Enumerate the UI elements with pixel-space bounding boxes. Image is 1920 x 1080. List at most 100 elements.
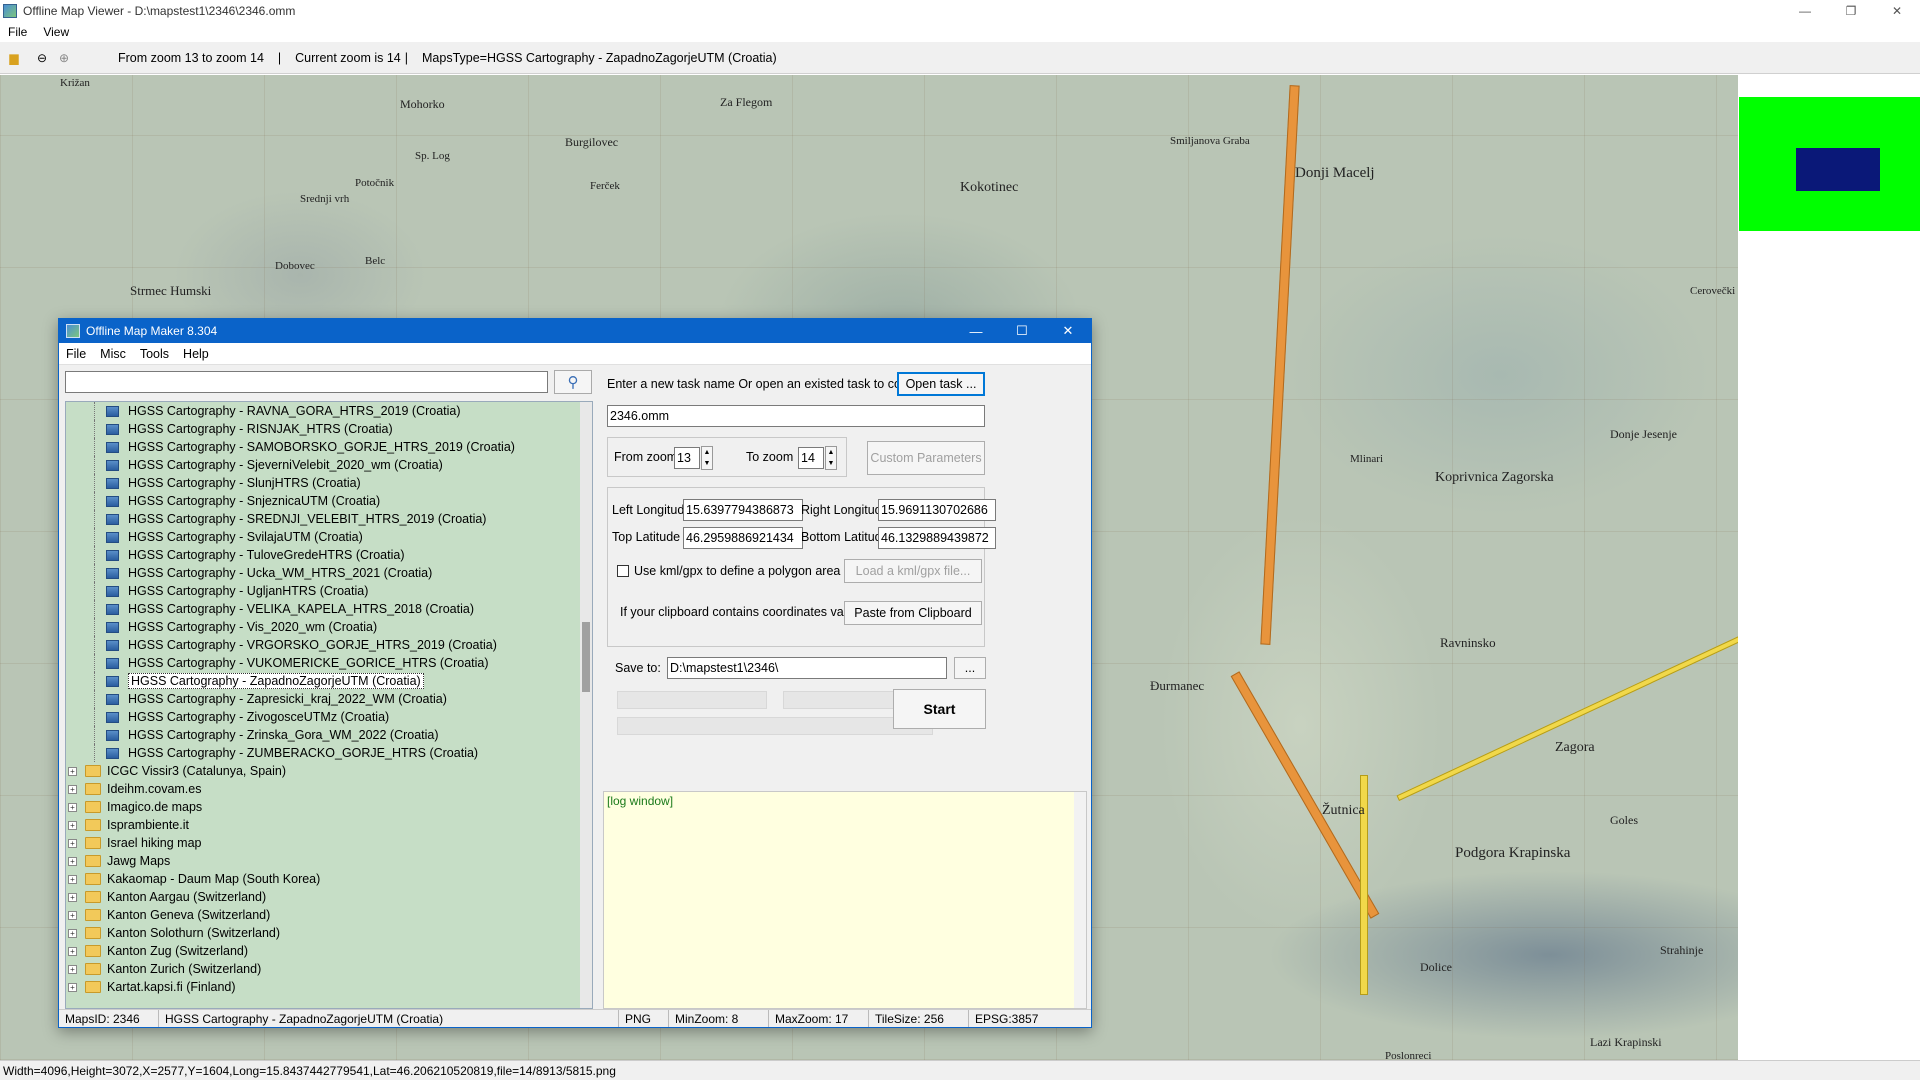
use-kml-checkbox[interactable]: [617, 565, 629, 577]
tree-map-item[interactable]: HGSS Cartography - UgljanHTRS (Croatia): [66, 582, 592, 600]
open-folder-icon[interactable]: ▆: [6, 50, 22, 66]
tree-map-item[interactable]: HGSS Cartography - VUKOMERICKE_GORICE_HT…: [66, 654, 592, 672]
tree-map-item[interactable]: HGSS Cartography - SjeverniVelebit_2020_…: [66, 456, 592, 474]
save-to-input[interactable]: D:\mapstest1\2346\: [667, 657, 947, 679]
expand-icon[interactable]: +: [68, 946, 77, 956]
expand-icon[interactable]: +: [68, 856, 77, 866]
tree-map-item[interactable]: HGSS Cartography - Ucka_WM_HTRS_2021 (Cr…: [66, 564, 592, 582]
tree-item-label: HGSS Cartography - UgljanHTRS (Croatia): [128, 584, 369, 598]
minimize-button[interactable]: —: [1782, 0, 1828, 22]
tree-map-item[interactable]: HGSS Cartography - Vis_2020_wm (Croatia): [66, 618, 592, 636]
tree-map-item[interactable]: HGSS Cartography - SvilajaUTM (Croatia): [66, 528, 592, 546]
tree-map-item[interactable]: HGSS Cartography - TuloveGredeHTRS (Croa…: [66, 546, 592, 564]
tree-map-item[interactable]: HGSS Cartography - VELIKA_KAPELA_HTRS_20…: [66, 600, 592, 618]
map-place-label: Žutnica: [1322, 803, 1365, 818]
tree-map-item[interactable]: HGSS Cartography - SREDNJI_VELEBIT_HTRS_…: [66, 510, 592, 528]
dialog-menu-help[interactable]: Help: [176, 347, 216, 361]
close-button[interactable]: ✕: [1874, 0, 1920, 22]
tree-map-item[interactable]: HGSS Cartography - Zapresicki_kraj_2022_…: [66, 690, 592, 708]
expand-icon[interactable]: +: [68, 820, 77, 830]
to-zoom-input[interactable]: 14: [798, 447, 824, 469]
expand-icon[interactable]: +: [68, 892, 77, 902]
load-kml-button[interactable]: Load a kml/gpx file...: [844, 559, 982, 583]
tree-map-item[interactable]: HGSS Cartography - RAVNA_GORA_HTRS_2019 …: [66, 402, 592, 420]
from-zoom-spinner[interactable]: ▲ ▼: [701, 446, 713, 470]
expand-icon[interactable]: +: [68, 964, 77, 974]
menu-view[interactable]: View: [35, 25, 77, 39]
dialog-menu-tools[interactable]: Tools: [133, 347, 176, 361]
tree-folder-item[interactable]: + Kakaomap - Daum Map (South Korea): [66, 870, 592, 888]
tree-map-item[interactable]: HGSS Cartography - ZUMBERACKO_GORJE_HTRS…: [66, 744, 592, 762]
dialog-menu-file[interactable]: File: [59, 347, 93, 361]
progress-bar: [617, 691, 767, 709]
tree-item-label: HGSS Cartography - ZUMBERACKO_GORJE_HTRS…: [128, 746, 479, 760]
search-input[interactable]: [65, 371, 548, 393]
tree-scroll-thumb[interactable]: [582, 622, 590, 692]
left-longitude-input[interactable]: 15.6397794386873: [683, 499, 803, 521]
tree-folder-item[interactable]: + Kanton Zurich (Switzerland): [66, 960, 592, 978]
browse-button[interactable]: ...: [954, 657, 986, 679]
restore-button[interactable]: ❐: [1828, 0, 1874, 22]
log-window[interactable]: [log window]: [603, 791, 1087, 1009]
tree-map-item[interactable]: HGSS Cartography - Zrinska_Gora_WM_2022 …: [66, 726, 592, 744]
expand-icon[interactable]: +: [68, 910, 77, 920]
dialog-maximize-button[interactable]: ☐: [999, 319, 1045, 343]
paste-clipboard-button[interactable]: Paste from Clipboard: [844, 601, 982, 625]
tree-item-label: Kanton Aargau (Switzerland): [107, 890, 267, 904]
tree-folder-item[interactable]: + Jawg Maps: [66, 852, 592, 870]
tree-scrollbar[interactable]: [580, 402, 592, 1008]
toolbar-separator: |: [277, 50, 282, 65]
main-menubar: File View: [0, 22, 1920, 42]
tree-map-item[interactable]: HGSS Cartography - SlunjHTRS (Croatia): [66, 474, 592, 492]
zoom-out-icon[interactable]: ⊖: [34, 50, 50, 66]
dialog-minimize-button[interactable]: —: [953, 319, 999, 343]
expand-icon[interactable]: +: [68, 784, 77, 794]
tree-folder-item[interactable]: + ICGC Vissir3 (Catalunya, Spain): [66, 762, 592, 780]
task-name-input[interactable]: 2346.omm: [607, 405, 985, 427]
map-layer-icon: [106, 711, 119, 723]
dialog-app-icon: [66, 324, 80, 338]
zoom-in-icon[interactable]: ⊕: [56, 50, 72, 66]
tree-map-item[interactable]: HGSS Cartography - ZivogosceUTMz (Croati…: [66, 708, 592, 726]
tree-folder-item[interactable]: + Ideihm.covam.es: [66, 780, 592, 798]
expand-icon[interactable]: +: [68, 766, 77, 776]
log-scrollbar[interactable]: [1074, 792, 1086, 1008]
search-button[interactable]: ⚲: [554, 370, 592, 394]
top-latitude-input[interactable]: 46.2959886921434: [683, 527, 803, 549]
to-zoom-spinner[interactable]: ▲ ▼: [825, 446, 837, 470]
folder-icon: [85, 783, 101, 795]
expand-icon[interactable]: +: [68, 928, 77, 938]
tree-map-item[interactable]: HGSS Cartography - SAMOBORSKO_GORJE_HTRS…: [66, 438, 592, 456]
tree-folder-item[interactable]: + Isprambiente.it: [66, 816, 592, 834]
tree-folder-item[interactable]: + Imagico.de maps: [66, 798, 592, 816]
expand-icon[interactable]: +: [68, 982, 77, 992]
tree-folder-item[interactable]: + Kanton Geneva (Switzerland): [66, 906, 592, 924]
overview-minimap[interactable]: [1739, 75, 1920, 255]
tree-folder-item[interactable]: + Israel hiking map: [66, 834, 592, 852]
menu-file[interactable]: File: [0, 25, 35, 39]
folder-icon: [85, 855, 101, 867]
expand-icon[interactable]: +: [68, 874, 77, 884]
bottom-latitude-input[interactable]: 46.1329889439872: [878, 527, 996, 549]
map-source-tree[interactable]: HGSS Cartography - RAVNA_GORA_HTRS_2019 …: [65, 401, 593, 1009]
dialog-menu-misc[interactable]: Misc: [93, 347, 133, 361]
overview-viewport[interactable]: [1796, 148, 1880, 191]
tree-folder-item[interactable]: + Kartat.kapsi.fi (Finland): [66, 978, 592, 996]
expand-icon[interactable]: +: [68, 802, 77, 812]
start-button[interactable]: Start: [893, 689, 986, 729]
tree-map-item[interactable]: HGSS Cartography - SnjeznicaUTM (Croatia…: [66, 492, 592, 510]
map-layer-icon: [106, 477, 119, 489]
right-longitude-input[interactable]: 15.9691130702686: [878, 499, 996, 521]
custom-parameters-button[interactable]: Custom Parameters: [867, 441, 985, 475]
dialog-close-button[interactable]: ✕: [1045, 319, 1091, 343]
tree-folder-item[interactable]: + Kanton Solothurn (Switzerland): [66, 924, 592, 942]
map-layer-icon: [106, 405, 119, 417]
tree-folder-item[interactable]: + Kanton Zug (Switzerland): [66, 942, 592, 960]
tree-map-item[interactable]: HGSS Cartography - ZapadnoZagorjeUTM (Cr…: [66, 672, 592, 690]
tree-folder-item[interactable]: + Kanton Aargau (Switzerland): [66, 888, 592, 906]
tree-map-item[interactable]: HGSS Cartography - RISNJAK_HTRS (Croatia…: [66, 420, 592, 438]
open-task-button[interactable]: Open task ...: [897, 372, 985, 396]
expand-icon[interactable]: +: [68, 838, 77, 848]
tree-map-item[interactable]: HGSS Cartography - VRGORSKO_GORJE_HTRS_2…: [66, 636, 592, 654]
from-zoom-input[interactable]: 13: [674, 447, 700, 469]
